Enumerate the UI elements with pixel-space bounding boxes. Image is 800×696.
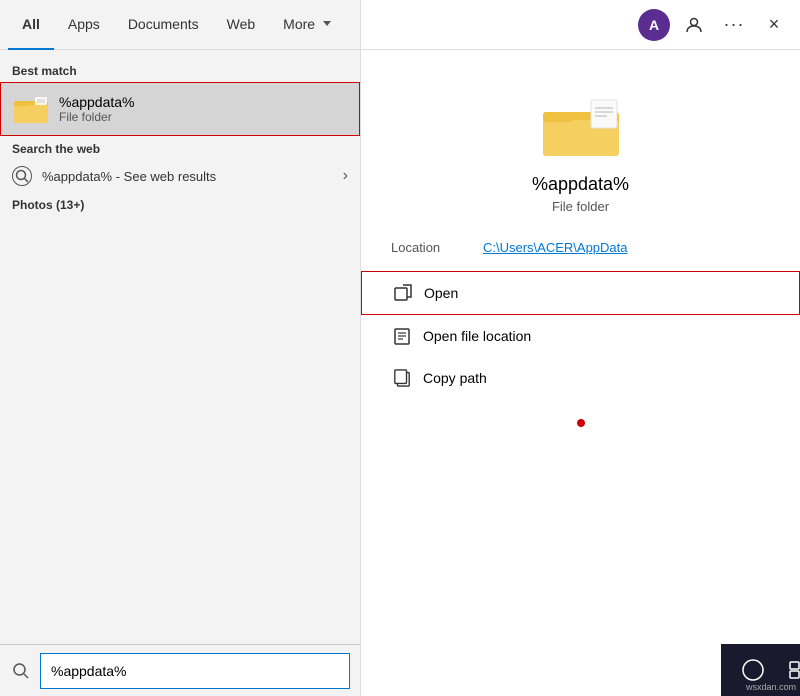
search-input[interactable] [40,653,350,689]
location-path[interactable]: C:\Users\ACER\AppData [483,240,628,255]
tab-web[interactable]: Web [213,0,270,50]
notification-dot [577,419,585,427]
tab-apps[interactable]: Apps [54,0,114,50]
best-match-subtitle: File folder [59,110,135,124]
open-label: Open [424,285,458,301]
open-icon [392,282,414,304]
search-box-bar [0,644,360,696]
detail-top-bar: A ··· × [361,0,800,50]
user-avatar[interactable]: A [638,9,670,41]
copy-path-label: Copy path [423,370,487,386]
results-area: Best match %appdata% File folder Search … [0,50,360,644]
open-location-action-button[interactable]: Open file location [361,315,800,357]
tab-documents[interactable]: Documents [114,0,213,50]
best-match-text: %appdata% File folder [59,94,135,124]
detail-panel: A ··· × [360,0,800,696]
watermark: wsxdan.com [746,682,796,692]
chevron-down-icon [323,21,331,26]
ellipsis-icon: ··· [724,14,745,35]
web-result-text: %appdata% - See web results [42,169,333,184]
tab-all[interactable]: All [8,0,54,50]
detail-subtitle: File folder [552,199,609,214]
detail-content: %appdata% File folder Location C:\Users\… [361,50,800,696]
detail-location-row: Location C:\Users\ACER\AppData [361,224,800,271]
web-result-arrow-icon: › [343,167,348,185]
detail-title: %appdata% [532,174,629,195]
copy-path-action-button[interactable]: Copy path [361,357,800,399]
best-match-label: Best match [0,58,360,82]
web-section-label: Search the web [0,136,360,160]
window-controls: A ··· × [638,9,800,41]
detail-folder-icon [541,90,621,160]
search-icon [10,660,32,682]
open-action-button[interactable]: Open [361,271,800,315]
best-match-title: %appdata% [59,94,135,110]
best-match-item[interactable]: %appdata% File folder [0,82,360,136]
web-search-icon [12,166,32,186]
location-label: Location [391,240,471,255]
search-panel: All Apps Documents Web More Best match [0,0,360,696]
ellipsis-button[interactable]: ··· [718,9,750,41]
tab-more[interactable]: More [269,0,345,50]
open-location-label: Open file location [423,328,531,344]
close-icon: × [769,14,780,35]
person-icon-button[interactable] [678,9,710,41]
web-result-item[interactable]: %appdata% - See web results › [0,160,360,192]
folder-icon [13,91,49,127]
copy-path-icon [391,367,413,389]
close-button[interactable]: × [758,9,790,41]
nav-bar: All Apps Documents Web More [0,0,360,50]
photos-label: Photos (13+) [0,192,360,216]
open-location-icon [391,325,413,347]
